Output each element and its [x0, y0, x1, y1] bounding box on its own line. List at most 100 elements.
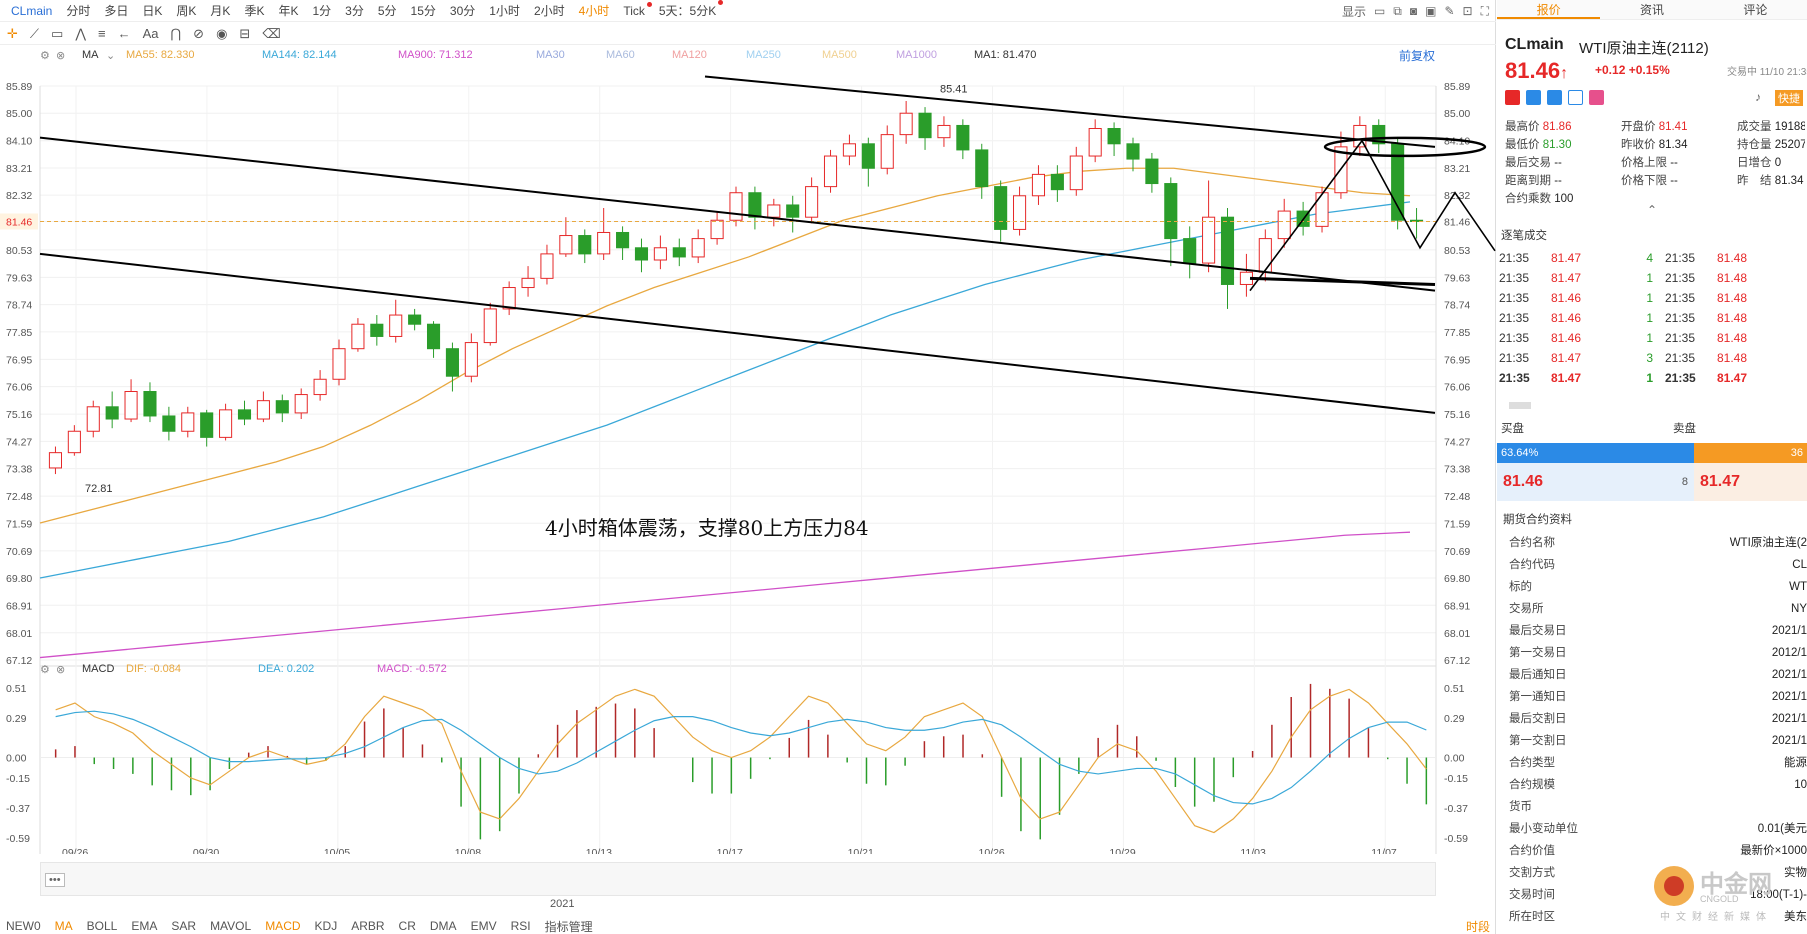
- text-tool-icon[interactable]: Aa: [140, 26, 162, 41]
- contract-value: CL: [1792, 559, 1807, 571]
- panel-tab-2[interactable]: 评论: [1704, 0, 1807, 19]
- contract-value: 最新价×1000: [1740, 845, 1807, 857]
- indicator-tab-5[interactable]: MAVOL: [204, 919, 257, 933]
- indicator-tab-1[interactable]: MA: [49, 919, 79, 933]
- bid-price-box: 81.46 8: [1497, 463, 1694, 501]
- timeframe-3[interactable]: 周K: [169, 2, 203, 19]
- y-tick-right: 78.74: [1444, 300, 1470, 312]
- heart-icon[interactable]: [1589, 90, 1604, 105]
- support-line[interactable]: [1249, 276, 1436, 286]
- timeframe-5[interactable]: 季K: [237, 2, 271, 19]
- lightning-icon[interactable]: [1526, 90, 1541, 105]
- indicator-tab-6[interactable]: MACD: [259, 919, 306, 933]
- y-tick-right: 68.91: [1444, 600, 1470, 612]
- timeframe-4[interactable]: 月K: [203, 2, 237, 19]
- macd-y-tick: -0.59: [6, 833, 30, 845]
- channel-upper-line[interactable]: [39, 136, 1436, 292]
- candle-body: [86, 406, 100, 432]
- time-scrollbar[interactable]: •••: [40, 862, 1436, 896]
- indicator-tab-10[interactable]: DMA: [424, 919, 463, 933]
- contract-value: WT: [1789, 581, 1807, 593]
- ma144-label: MA144: 82.144: [262, 49, 337, 61]
- multi-window-icon[interactable]: ⧉: [1393, 4, 1402, 19]
- ruler-icon[interactable]: ⊘: [190, 26, 207, 42]
- indicator-tab-3[interactable]: EMA: [125, 919, 163, 933]
- session-label[interactable]: 时段: [1460, 918, 1496, 934]
- timeframe-2[interactable]: 日K: [135, 2, 169, 19]
- candle-body: [975, 149, 989, 188]
- line-tool-icon[interactable]: ⟋: [27, 26, 42, 42]
- indicator-tab-8[interactable]: ARBR: [345, 919, 390, 933]
- y-tick-left: 70.69: [6, 546, 32, 558]
- timeframe-11[interactable]: 30分: [443, 2, 482, 19]
- unlock-icon[interactable]: ⊟: [236, 26, 253, 42]
- indicator-tab-0[interactable]: NEW0: [0, 919, 47, 933]
- chevron-down-icon[interactable]: ⌄: [106, 49, 115, 62]
- trade-time: 21:35: [1499, 351, 1530, 365]
- collapse-chevron-icon[interactable]: ⌃: [1647, 203, 1657, 217]
- timeframe-1[interactable]: 多日: [97, 2, 135, 19]
- fib-tool-icon[interactable]: ≡: [95, 26, 109, 41]
- ma-legend: ⚙ ⊗ MA ⌄ MA55: 82.330 MA144: 82.144 MA90…: [0, 46, 1496, 64]
- timeframe-13[interactable]: 2小时: [527, 2, 572, 19]
- trend-top-line[interactable]: [704, 75, 1436, 148]
- price-chart[interactable]: 85.89 85.8985.00 85.0084.10 84.1083.21 83.21…: [0, 64, 1496, 854]
- timeframe-16[interactable]: 5天：5分K: [652, 0, 724, 19]
- candle-body: [294, 394, 308, 414]
- indicator-tab-4[interactable]: SAR: [165, 919, 202, 933]
- bell-icon[interactable]: ♪: [1755, 90, 1761, 104]
- timeframe-12[interactable]: 1小时: [482, 2, 527, 19]
- indicator-tab-13[interactable]: 指标管理: [539, 918, 599, 934]
- fast-trade-button[interactable]: 快捷: [1775, 90, 1803, 106]
- crosshair-icon[interactable]: ✛: [4, 26, 21, 42]
- close-icon[interactable]: ⊗: [56, 49, 65, 62]
- indicator-tab-2[interactable]: BOLL: [81, 919, 124, 933]
- indicator-tab-7[interactable]: KDJ: [309, 919, 344, 933]
- screenshot-icon[interactable]: ◙: [1410, 4, 1417, 18]
- lock-icon[interactable]: ⊡: [1463, 4, 1473, 18]
- flag-icon[interactable]: [1505, 90, 1520, 105]
- settings-icon[interactable]: ⚙: [40, 49, 50, 62]
- warning-icon[interactable]: [1547, 90, 1562, 105]
- panel-tab-0[interactable]: 报价: [1497, 0, 1601, 19]
- trades-list: 21:35 81.47 4 21:35 81.48 21:35 81.47 1 21:35 81.…: [1499, 248, 1805, 388]
- candle-body: [861, 143, 875, 169]
- candle-body: [880, 134, 894, 169]
- timeframe-6[interactable]: 年K: [271, 2, 305, 19]
- indicator-tab-12[interactable]: RSI: [505, 919, 537, 933]
- indicator-tab-11[interactable]: EMV: [465, 919, 503, 933]
- candle-body: [162, 415, 176, 432]
- pen-icon[interactable]: ✎: [1444, 4, 1454, 18]
- y-tick-right: 73.38: [1444, 464, 1470, 476]
- timeframe-7[interactable]: 1分: [305, 2, 338, 19]
- timeframe-10[interactable]: 15分: [404, 2, 443, 19]
- macd-y-tick-right: -0.15: [1444, 773, 1468, 785]
- candle-body: [521, 277, 535, 289]
- timeframe-9[interactable]: 5分: [371, 2, 404, 19]
- timeframe-15[interactable]: Tick: [616, 1, 652, 18]
- single-window-icon[interactable]: ▭: [1374, 4, 1385, 18]
- shape-tool-icon[interactable]: ▭: [48, 26, 66, 42]
- pattern-tool-icon[interactable]: ⋀: [72, 26, 89, 42]
- scroll-handle[interactable]: •••: [45, 873, 65, 887]
- eye-icon[interactable]: ◉: [213, 26, 230, 42]
- trash-icon[interactable]: ⌫: [259, 26, 283, 42]
- adjust-label[interactable]: 前复权: [1399, 47, 1435, 64]
- timeframe-14[interactable]: 4小时: [572, 2, 617, 19]
- timeframe-0[interactable]: 分时: [59, 2, 97, 19]
- price-arrow-icon: ↑: [1560, 65, 1569, 82]
- contract-value: 2021/1: [1771, 713, 1807, 725]
- macd-close-icon[interactable]: ⊗: [56, 663, 65, 676]
- display-dropdown[interactable]: 显示: [1342, 3, 1366, 20]
- macd-settings-icon[interactable]: ⚙: [40, 663, 50, 676]
- camera-icon[interactable]: ▣: [1425, 4, 1436, 18]
- panel-tab-1[interactable]: 资讯: [1600, 0, 1703, 19]
- arrow-tool-icon[interactable]: ←: [115, 26, 134, 41]
- trades-scroll-handle[interactable]: [1509, 402, 1531, 409]
- magnet-icon[interactable]: ⋂: [167, 26, 184, 42]
- indicator-tab-9[interactable]: CR: [393, 919, 422, 933]
- symbol-selector[interactable]: CLmain: [4, 4, 59, 18]
- timeframe-8[interactable]: 3分: [338, 2, 371, 19]
- note-icon[interactable]: [1568, 90, 1583, 105]
- fullscreen-icon[interactable]: ⛶: [1481, 4, 1489, 19]
